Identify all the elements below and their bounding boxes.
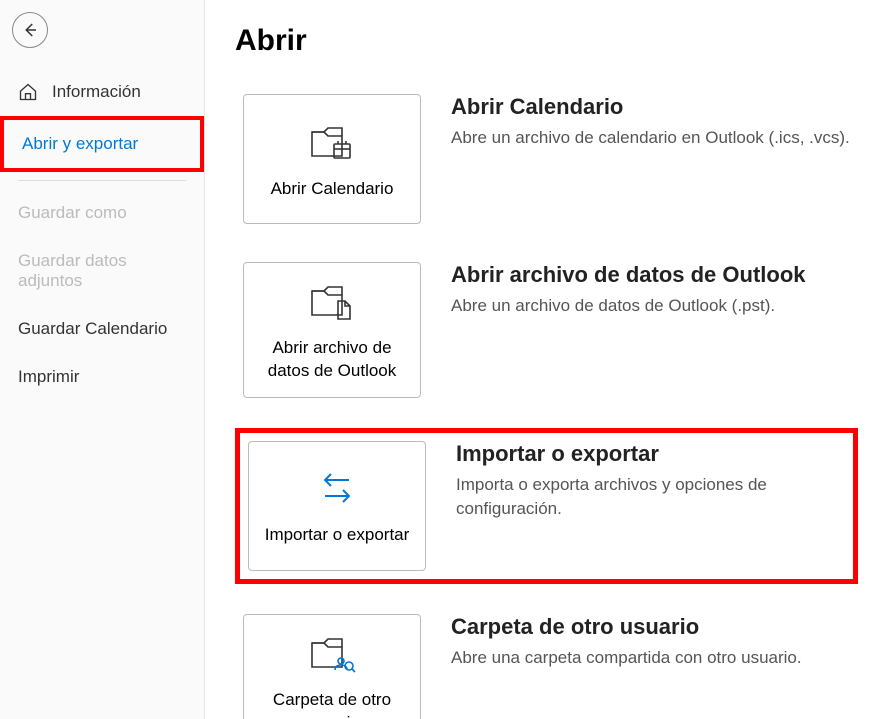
tile-label: Carpeta de otro usuario [254, 689, 410, 719]
calendar-folder-icon [308, 122, 356, 164]
option-abrir-calendario: Abrir Calendario Abrir Calendario Abre u… [235, 86, 858, 232]
data-file-icon [308, 281, 356, 323]
option-carpeta-otro-usuario: Carpeta de otro usuario Carpeta de otro … [235, 606, 858, 719]
nav-label: Guardar datos adjuntos [18, 251, 186, 291]
option-text: Abrir Calendario Abre un archivo de cale… [451, 94, 850, 150]
nav-label: Guardar como [18, 203, 127, 223]
tile-label: Importar o exportar [265, 524, 410, 547]
divider [18, 180, 186, 181]
nav-label: Abrir y exportar [22, 134, 138, 154]
option-title: Abrir archivo de datos de Outlook [451, 262, 850, 288]
nav-item-abrir-exportar[interactable]: Abrir y exportar [0, 116, 204, 172]
option-importar-exportar: Importar o exportar Importar o exportar … [235, 428, 858, 584]
nav-label: Información [52, 82, 141, 102]
page-title: Abrir [235, 24, 858, 58]
option-desc: Abre un archivo de calendario en Outlook… [451, 126, 850, 150]
nav-item-imprimir[interactable]: Imprimir [0, 353, 204, 401]
nav-item-informacion[interactable]: Información [0, 68, 204, 116]
option-title: Importar o exportar [456, 441, 845, 467]
tile-carpeta-otro-usuario[interactable]: Carpeta de otro usuario [243, 614, 421, 719]
nav-label: Guardar Calendario [18, 319, 167, 339]
option-text: Abrir archivo de datos de Outlook Abre u… [451, 262, 850, 318]
main-content: Abrir Abrir Calendario Abrir Calendario [205, 0, 888, 719]
nav-item-guardar-como: Guardar como [0, 189, 204, 237]
option-desc: Abre una carpeta compartida con otro usu… [451, 646, 850, 670]
tile-label: Abrir Calendario [271, 178, 394, 201]
option-text: Carpeta de otro usuario Abre una carpeta… [451, 614, 850, 670]
back-button[interactable] [12, 12, 48, 48]
option-desc: Abre un archivo de datos de Outlook (.ps… [451, 294, 850, 318]
import-export-icon [313, 468, 361, 510]
option-text: Importar o exportar Importa o exporta ar… [456, 441, 845, 521]
option-abrir-archivo-datos: Abrir archivo de datos de Outlook Abrir … [235, 254, 858, 406]
nav-item-guardar-adjuntos: Guardar datos adjuntos [0, 237, 204, 305]
tile-label: Abrir archivo de datos de Outlook [254, 337, 410, 383]
sidebar: Información Abrir y exportar Guardar com… [0, 0, 205, 719]
option-desc: Importa o exporta archivos y opciones de… [456, 473, 845, 521]
tile-abrir-archivo-datos[interactable]: Abrir archivo de datos de Outlook [243, 262, 421, 398]
option-title: Abrir Calendario [451, 94, 850, 120]
tile-importar-exportar[interactable]: Importar o exportar [248, 441, 426, 571]
home-icon [18, 82, 38, 102]
tile-abrir-calendario[interactable]: Abrir Calendario [243, 94, 421, 224]
user-folder-icon [308, 633, 356, 675]
nav-label: Imprimir [18, 367, 79, 387]
back-arrow-icon [21, 21, 39, 39]
option-title: Carpeta de otro usuario [451, 614, 850, 640]
nav-item-guardar-calendario[interactable]: Guardar Calendario [0, 305, 204, 353]
